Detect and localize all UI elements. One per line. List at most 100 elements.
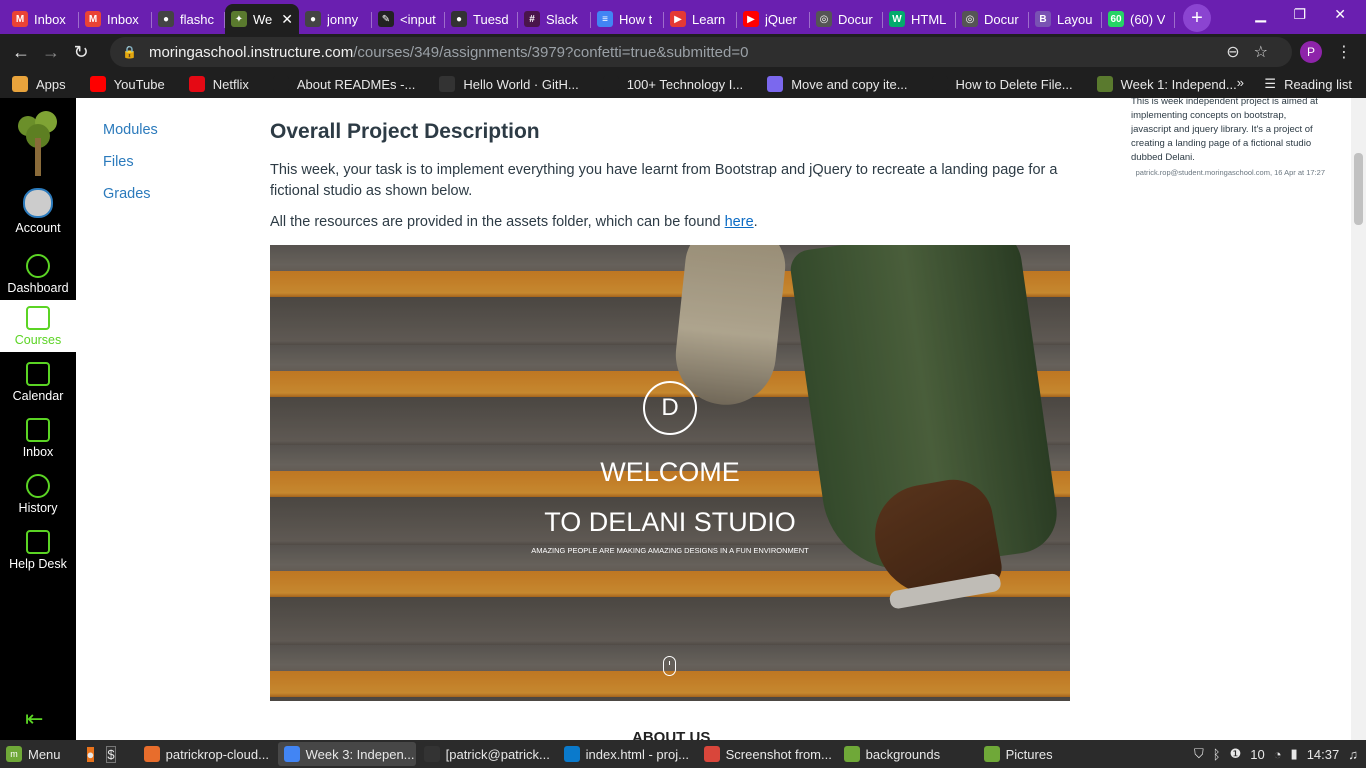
more-bookmarks-icon[interactable]: » <box>1237 75 1244 90</box>
minimize-icon[interactable]: ▁ <box>1255 6 1266 23</box>
tab-title: <input <box>400 11 436 27</box>
course-nav-grades[interactable]: Grades <box>103 186 151 202</box>
browser-tab[interactable]: # Slack <box>518 4 591 34</box>
taskbar-window[interactable]: [patrick@patrick... <box>418 742 556 766</box>
tab-title: Layou <box>1057 11 1093 27</box>
inbox-icon <box>26 418 50 442</box>
clock[interactable]: 14:37 <box>1307 747 1340 762</box>
htg-icon <box>931 76 948 92</box>
bookmark-item[interactable]: Move and copy ite... <box>767 76 908 92</box>
global-nav-label: Calendar <box>12 389 64 403</box>
reading-list-label: Reading list <box>1284 76 1352 92</box>
history-icon <box>26 474 50 498</box>
global-nav-inbox[interactable]: Inbox <box>0 412 76 464</box>
browser-tab[interactable]: ◎ Docur <box>956 4 1029 34</box>
hero-logo: D <box>643 381 697 435</box>
browser-tab[interactable]: M Inbox <box>79 4 152 34</box>
tab-title: flashc <box>180 11 214 27</box>
global-nav-account[interactable]: Account <box>0 186 76 238</box>
bookmark-item[interactable]: About READMEs -... <box>272 76 416 92</box>
browser-tab[interactable]: ▶ jQuer <box>737 4 810 34</box>
browser-tab[interactable]: ● jonny <box>299 4 372 34</box>
firefox-launcher-icon[interactable]: ● <box>86 746 95 762</box>
bookmark-label: 100+ Technology I... <box>626 76 744 92</box>
new-tab-button[interactable]: + <box>1183 4 1211 32</box>
taskbar-window[interactable]: backgrounds <box>838 742 976 766</box>
battery-icon[interactable]: ▮ <box>1291 746 1298 762</box>
taskbar-window-label: [patrick@patrick... <box>445 746 550 762</box>
taskbar-window[interactable]: Week 3: Indepen... <box>277 742 416 766</box>
course-nav-files[interactable]: Files <box>103 154 134 170</box>
assets-link[interactable]: here <box>725 214 754 230</box>
bluetooth-icon[interactable]: ᛒ <box>1213 747 1221 762</box>
browser-tab[interactable]: 60 (60) V <box>1102 4 1175 34</box>
bookmark-item[interactable]: YouTube <box>89 76 165 92</box>
back-icon[interactable]: ← <box>6 42 36 63</box>
grid-icon <box>12 76 28 92</box>
terminal-launcher-icon[interactable]: $ <box>106 745 116 763</box>
reading-list-button[interactable]: ☰ Reading list <box>1264 76 1352 92</box>
bookmark-item[interactable]: Week 1: Independ... <box>1096 76 1237 92</box>
global-nav-label: Dashboard <box>7 281 69 295</box>
bookmark-item[interactable]: How to Delete File... <box>931 76 1073 92</box>
image-icon <box>703 746 720 762</box>
browser-tab[interactable]: ● flashc <box>152 4 225 34</box>
browser-tab[interactable]: M Inbox <box>6 4 79 34</box>
taskbar-window[interactable]: Screenshot from... <box>698 742 836 766</box>
browser-tab[interactable]: ◎ Docur <box>810 4 883 34</box>
forward-icon[interactable]: → <box>36 42 66 63</box>
tab-favicon-icon: # <box>524 11 540 27</box>
profile-avatar[interactable]: P <box>1300 41 1322 63</box>
browser-menu-icon[interactable]: ⋮ <box>1336 42 1352 62</box>
browser-tab[interactable]: ● Tuesd <box>445 4 518 34</box>
vscode-icon <box>563 746 580 762</box>
tab-favicon-icon: ◎ <box>962 11 978 27</box>
tab-favicon-icon: ≡ <box>597 11 613 27</box>
bookmark-label: About READMEs -... <box>296 76 416 92</box>
bookmark-item[interactable]: Hello World · GitH... <box>439 76 579 92</box>
maximize-icon[interactable]: ❐ <box>1293 6 1306 23</box>
address-bar[interactable]: 🔒 moringaschool.instructure.com/courses/… <box>110 37 1292 67</box>
school-logo[interactable] <box>10 108 66 180</box>
wifi-icon[interactable]: ◔ <box>1274 747 1282 762</box>
bookmark-item[interactable]: Apps <box>12 76 66 92</box>
global-nav-help-desk[interactable]: Help Desk <box>0 524 76 576</box>
global-nav-calendar[interactable]: Calendar <box>0 356 76 408</box>
course-nav-modules[interactable]: Modules <box>103 122 158 138</box>
zoom-icon[interactable]: ⊖ <box>1226 44 1253 61</box>
global-nav-history[interactable]: History <box>0 468 76 520</box>
bookmark-label: Hello World · GitH... <box>463 76 579 92</box>
browser-tab[interactable]: ✎ <input <box>372 4 445 34</box>
system-tray: ⛉ ᛒ ❶ 10 ◔ ▮ 14:37 ♫ <box>1194 746 1358 762</box>
tab-favicon-icon: ● <box>451 11 467 27</box>
collapse-nav-icon[interactable]: ⇤ <box>25 706 43 732</box>
close-tab-icon[interactable]: ✕ <box>277 11 293 28</box>
bookmark-item[interactable]: 100+ Technology I... <box>602 76 744 92</box>
scrollbar-thumb[interactable] <box>1354 153 1363 225</box>
updates-icon[interactable]: ❶ <box>1230 746 1242 762</box>
browser-tab[interactable]: B Layou <box>1029 4 1102 34</box>
bookmark-item[interactable]: Netflix <box>188 76 249 92</box>
notifications-icon[interactable]: ♫ <box>1348 747 1358 762</box>
shield-icon[interactable]: ⛉ <box>1194 746 1204 762</box>
global-nav-dashboard[interactable]: Dashboard <box>0 248 76 300</box>
taskbar-window[interactable]: Pictures <box>978 742 1116 766</box>
taskbar-window[interactable]: patrickrop-cloud... <box>138 742 276 766</box>
taskbar-window[interactable]: index.html - proj... <box>558 742 696 766</box>
browser-tab[interactable]: ▶ Learn <box>664 4 737 34</box>
browser-tab[interactable]: ≡ How t <box>591 4 664 34</box>
reload-icon[interactable]: ↻ <box>66 42 96 63</box>
browser-tab[interactable]: W HTML <box>883 4 956 34</box>
start-menu-button[interactable]: m Menu <box>0 742 67 766</box>
page-scrollbar[interactable] <box>1351 98 1366 740</box>
global-nav-courses[interactable]: Courses <box>0 300 76 352</box>
folder-icon <box>843 746 860 762</box>
bookmark-label: Apps <box>36 76 66 92</box>
bookmark-label: Move and copy ite... <box>791 76 908 92</box>
dashboard-icon <box>26 254 50 278</box>
bookmark-star-icon[interactable]: ☆ <box>1254 44 1282 61</box>
tab-title: HTML <box>911 11 947 27</box>
browser-tab[interactable]: ✦ We ✕ <box>225 4 299 34</box>
comment-meta: patrick.rop@student.moringaschool.com, 1… <box>1135 168 1325 177</box>
close-window-icon[interactable]: ✕ <box>1334 6 1346 23</box>
